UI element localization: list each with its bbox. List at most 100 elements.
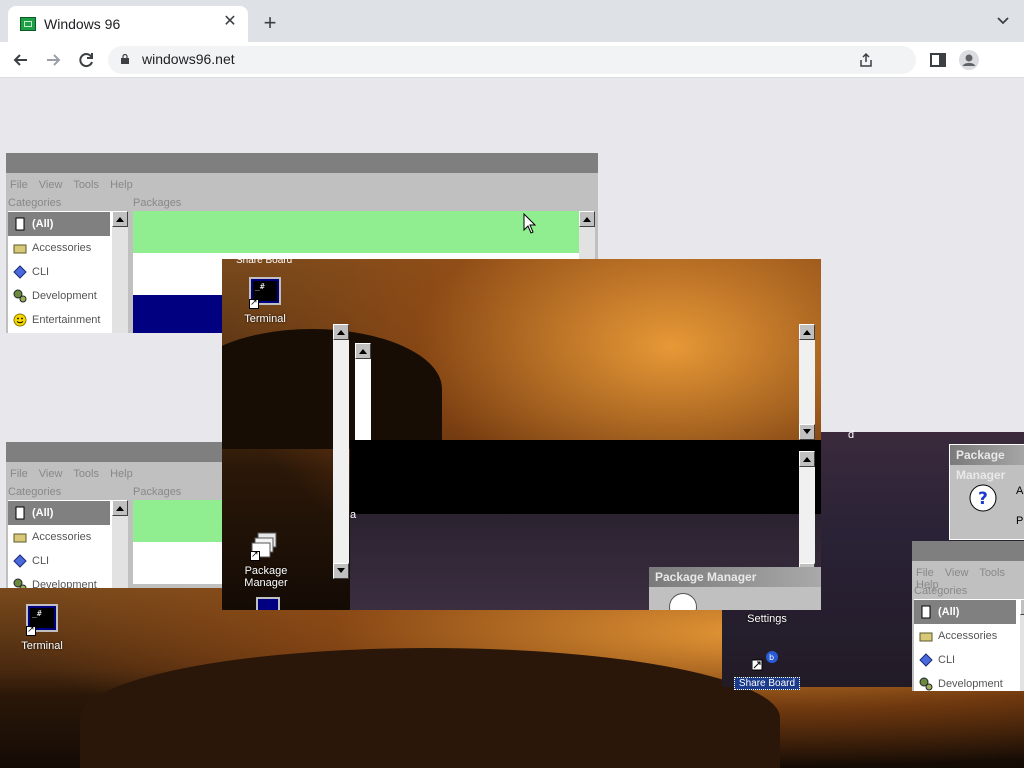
category-all[interactable]: (All) — [914, 600, 1016, 624]
package-row-selected[interactable] — [133, 500, 226, 542]
profile-icon[interactable] — [958, 49, 980, 71]
category-label: Development — [32, 579, 97, 588]
mountain-silhouette — [80, 648, 780, 768]
category-label: CLI — [32, 555, 50, 567]
scroll-up-button[interactable] — [1020, 599, 1024, 615]
menu-tools[interactable]: Tools — [73, 468, 99, 480]
reload-icon[interactable] — [75, 49, 97, 71]
shortcut-arrow-icon — [250, 549, 260, 561]
package-manager-dialog: Package Manager ? A Pl — [949, 444, 1024, 540]
scrollbar[interactable] — [355, 343, 371, 443]
categories-label: Categories — [8, 197, 62, 209]
category-accessories[interactable]: Accessories — [914, 624, 1016, 648]
menu-tools[interactable]: Tools — [979, 567, 1005, 579]
category-cli[interactable]: CLI — [8, 260, 110, 284]
share-board-icon[interactable]: b — [751, 650, 780, 672]
window-title[interactable]: Package Manager — [649, 567, 821, 587]
side-panel-icon[interactable] — [927, 49, 949, 71]
document-icon — [15, 506, 25, 520]
category-cli[interactable]: CLI — [8, 549, 110, 573]
scroll-up-button[interactable] — [112, 500, 128, 516]
category-label: (All) — [32, 507, 54, 519]
category-development[interactable]: Development — [8, 573, 110, 588]
category-accessories[interactable]: Accessories — [8, 236, 110, 260]
categories-scrollbar[interactable] — [112, 211, 128, 333]
package-row[interactable] — [133, 542, 226, 584]
category-development[interactable]: Development — [8, 284, 110, 308]
tab-close-icon[interactable]: ✕ — [220, 12, 240, 32]
menu-file[interactable]: File — [10, 468, 28, 480]
categories-list: (All) Accessories CLI Development — [8, 500, 128, 588]
package-row-selected[interactable] — [133, 211, 579, 253]
forward-arrow-icon[interactable] — [42, 49, 64, 71]
categories-scrollbar[interactable] — [112, 500, 128, 588]
tab-search-chevron-icon[interactable] — [996, 14, 1010, 28]
window-titlebar[interactable] — [912, 541, 1024, 561]
stray-text: d — [848, 429, 855, 441]
desktop-icon-terminal[interactable]: Terminal — [2, 604, 82, 652]
categories-scrollbar[interactable] — [1020, 599, 1024, 691]
category-development[interactable]: Development — [914, 672, 1016, 691]
category-label: Development — [938, 678, 1003, 690]
scrollbar[interactable] — [333, 324, 349, 579]
scroll-down-button[interactable] — [799, 424, 815, 440]
menu-file[interactable]: File — [916, 567, 934, 579]
share-icon[interactable] — [858, 52, 874, 68]
category-accessories[interactable]: Accessories — [8, 525, 110, 549]
category-entertainment[interactable]: Entertainment — [8, 308, 110, 332]
monitor-icon — [256, 597, 280, 610]
scroll-down-button[interactable] — [333, 563, 349, 579]
menu-tools[interactable]: Tools — [73, 179, 99, 191]
desktop-icon-label: Terminal — [21, 640, 63, 652]
dialog-title[interactable]: Package Manager — [950, 445, 1024, 482]
mouse-cursor-icon — [523, 213, 537, 234]
category-all[interactable]: (All) — [8, 501, 110, 525]
gears-icon — [919, 677, 933, 691]
menu-help[interactable]: Help — [110, 179, 133, 191]
terminal-icon — [249, 277, 281, 309]
scroll-up-button[interactable] — [579, 211, 595, 227]
menu-help[interactable]: Help — [110, 468, 133, 480]
category-all[interactable]: (All) — [8, 212, 110, 236]
diamond-icon — [13, 265, 27, 279]
categories-list: (All) Accessories CLI Development Entert… — [8, 211, 128, 333]
dialog-message: A — [1016, 485, 1024, 497]
new-tab-button[interactable]: + — [258, 12, 282, 36]
folder-icon — [919, 632, 933, 642]
scroll-up-button[interactable] — [355, 343, 371, 359]
shortcut-arrow-icon — [26, 624, 36, 636]
category-label: Entertainment — [32, 314, 101, 326]
back-arrow-icon[interactable] — [10, 49, 32, 71]
document-icon — [921, 605, 931, 619]
globe-icon — [669, 593, 697, 610]
category-label: (All) — [938, 606, 960, 618]
scroll-up-button[interactable] — [799, 451, 815, 467]
tab-windows96[interactable]: Windows 96 ✕ — [8, 6, 248, 42]
menu-view[interactable]: View — [945, 567, 969, 579]
page-viewport: File View Tools Help Categories Packages… — [0, 78, 1024, 768]
desktop-icon-package-manager[interactable]: PackageManager — [226, 529, 306, 589]
menu-view[interactable]: View — [39, 468, 63, 480]
category-cli[interactable]: CLI — [914, 648, 1016, 672]
desktop-icon-label[interactable]: Settings — [727, 613, 807, 625]
arrow-up-icon — [359, 349, 367, 354]
scroll-up-button[interactable] — [799, 324, 815, 340]
scroll-up-button[interactable] — [333, 324, 349, 340]
window-titlebar[interactable] — [6, 153, 598, 173]
scrollbar[interactable] — [799, 451, 815, 579]
arrow-down-icon — [803, 429, 811, 434]
menu-file[interactable]: File — [10, 179, 28, 191]
gears-icon — [13, 578, 27, 588]
category-label: (All) — [32, 218, 54, 230]
scrollbar[interactable] — [799, 324, 815, 440]
url-text[interactable]: windows96.net — [142, 51, 235, 67]
arrow-up-icon — [583, 217, 591, 222]
lock-icon[interactable] — [120, 54, 130, 64]
address-bar[interactable]: windows96.net — [108, 46, 916, 74]
desktop-icon-terminal[interactable]: Terminal — [225, 277, 305, 325]
terminal-icon — [26, 604, 58, 636]
scroll-up-button[interactable] — [112, 211, 128, 227]
menu-view[interactable]: View — [39, 179, 63, 191]
window-titlebar[interactable] — [6, 442, 226, 462]
desktop-icon-label[interactable]: Share Board — [734, 677, 800, 690]
